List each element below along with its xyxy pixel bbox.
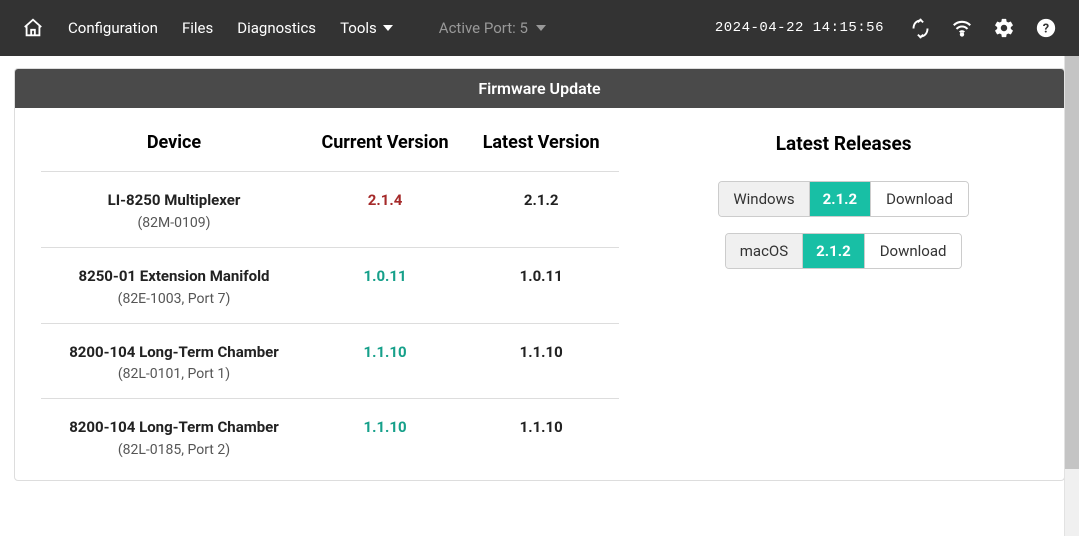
content-area: Firmware Update Device Current Version L… xyxy=(0,56,1079,493)
latest-releases-panel: Latest Releases Windows2.1.2DownloadmacO… xyxy=(649,130,1038,474)
device-table: Device Current Version Latest Version LI… xyxy=(41,130,619,474)
sync-button[interactable] xyxy=(902,12,939,45)
help-icon: ? xyxy=(1035,17,1057,39)
releases-title: Latest Releases xyxy=(649,132,1038,155)
svg-text:?: ? xyxy=(1043,22,1049,37)
download-button[interactable]: Download xyxy=(865,234,962,268)
release-pill-group: Windows2.1.2Download xyxy=(718,181,969,217)
chevron-down-icon xyxy=(383,25,393,31)
release-row: macOS2.1.2Download xyxy=(649,233,1038,269)
download-button[interactable]: Download xyxy=(871,182,968,216)
release-pill-group: macOS2.1.2Download xyxy=(725,233,963,269)
current-version-cell: 1.0.11 xyxy=(307,266,463,307)
nav-tools[interactable]: Tools xyxy=(328,11,405,45)
release-row: Windows2.1.2Download xyxy=(649,181,1038,217)
nav-diagnostics[interactable]: Diagnostics xyxy=(225,11,328,45)
nav-configuration[interactable]: Configuration xyxy=(56,11,170,45)
release-version-badge: 2.1.2 xyxy=(803,234,865,268)
current-version-cell: 1.1.10 xyxy=(307,342,463,383)
card-title: Firmware Update xyxy=(15,69,1064,108)
device-name: 8250-01 Extension Manifold xyxy=(41,266,307,288)
gear-icon xyxy=(993,17,1015,39)
vertical-scrollbar[interactable] xyxy=(1064,56,1079,536)
header-latest-version: Latest Version xyxy=(463,130,619,156)
nav-items: Configuration Files Diagnostics Tools Ac… xyxy=(56,11,560,45)
home-icon xyxy=(22,17,44,39)
header-current-version: Current Version xyxy=(307,130,463,156)
table-row: 8250-01 Extension Manifold (82E-1003, Por… xyxy=(41,247,619,323)
home-button[interactable] xyxy=(14,11,52,45)
latest-version-cell: 1.1.10 xyxy=(463,417,619,458)
current-version-cell: 2.1.4 xyxy=(307,190,463,231)
timestamp-display: 2024-04-22 14:15:56 xyxy=(715,20,884,36)
nav-files[interactable]: Files xyxy=(170,11,225,45)
device-cell: 8250-01 Extension Manifold (82E-1003, Por… xyxy=(41,266,307,307)
release-os-label: macOS xyxy=(726,234,803,268)
device-subinfo: (82L-0185, Port 2) xyxy=(41,442,307,458)
device-cell: 8200-104 Long-Term Chamber (82L-0185, Por… xyxy=(41,417,307,458)
latest-version-cell: 1.1.10 xyxy=(463,342,619,383)
table-row: LI-8250 Multiplexer (82M-0109)2.1.42.1.2 xyxy=(41,171,619,247)
wifi-button[interactable] xyxy=(943,11,981,45)
header-device: Device xyxy=(41,130,307,156)
main-panel: Firmware Update Device Current Version L… xyxy=(14,68,1065,481)
latest-version-cell: 2.1.2 xyxy=(463,190,619,231)
device-subinfo: (82M-0109) xyxy=(41,215,307,231)
device-cell: 8200-104 Long-Term Chamber (82L-0101, Por… xyxy=(41,342,307,383)
current-version-cell: 1.1.10 xyxy=(307,417,463,458)
device-subinfo: (82L-0101, Port 1) xyxy=(41,366,307,382)
device-subinfo: (82E-1003, Port 7) xyxy=(41,291,307,307)
device-name: 8200-104 Long-Term Chamber xyxy=(41,417,307,439)
device-name: LI-8250 Multiplexer xyxy=(41,190,307,212)
active-port-label: Active Port: 5 xyxy=(439,19,528,37)
card-body: Device Current Version Latest Version LI… xyxy=(15,108,1064,480)
release-version-badge: 2.1.2 xyxy=(810,182,872,216)
nav-tools-label: Tools xyxy=(340,19,377,37)
active-port-dropdown[interactable]: Active Port: 5 xyxy=(425,11,560,45)
help-button[interactable]: ? xyxy=(1027,11,1065,45)
settings-button[interactable] xyxy=(985,11,1023,45)
device-cell: LI-8250 Multiplexer (82M-0109) xyxy=(41,190,307,231)
sync-icon xyxy=(910,18,931,39)
scrollbar-thumb[interactable] xyxy=(1065,56,1079,469)
table-row: 8200-104 Long-Term Chamber (82L-0101, Por… xyxy=(41,323,619,399)
firmware-update-card: Firmware Update Device Current Version L… xyxy=(14,68,1065,481)
chevron-down-icon xyxy=(536,25,546,31)
top-navbar: Configuration Files Diagnostics Tools Ac… xyxy=(0,0,1079,56)
device-name: 8200-104 Long-Term Chamber xyxy=(41,342,307,364)
table-header-row: Device Current Version Latest Version xyxy=(41,130,619,171)
release-os-label: Windows xyxy=(719,182,809,216)
table-row: 8200-104 Long-Term Chamber (82L-0185, Por… xyxy=(41,398,619,474)
latest-version-cell: 1.0.11 xyxy=(463,266,619,307)
wifi-icon xyxy=(951,17,973,39)
